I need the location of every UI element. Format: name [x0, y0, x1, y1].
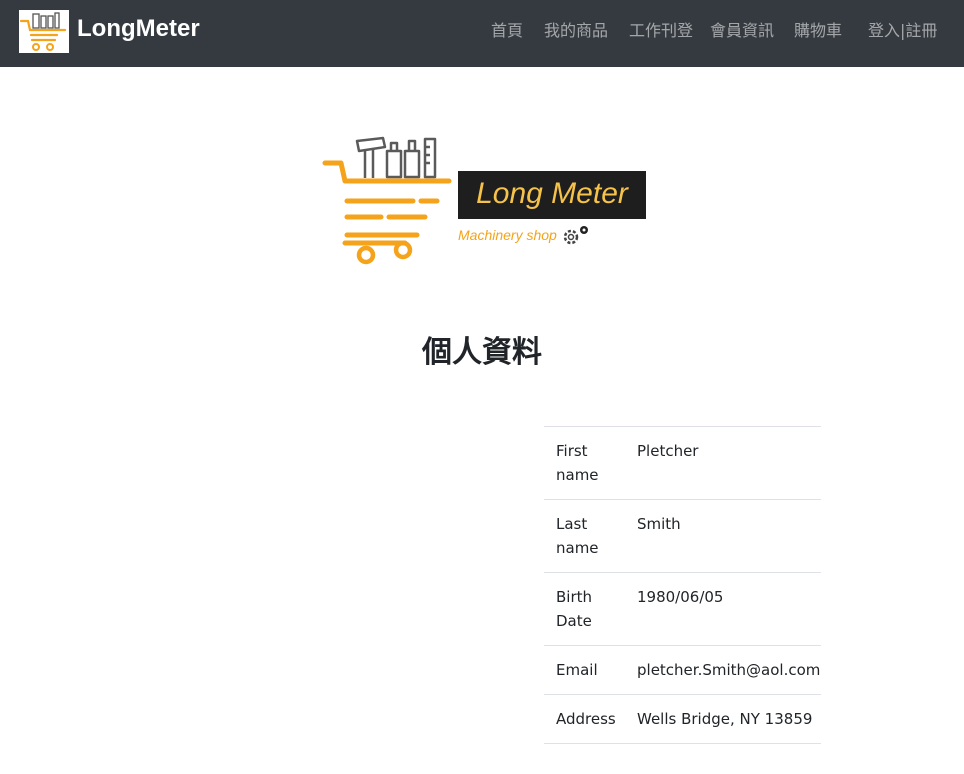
page-title: 個人資料 — [422, 335, 542, 370]
logo-title: Long Meter — [476, 177, 629, 210]
brand-logo-icon[interactable] — [19, 10, 69, 53]
email-label: Email — [544, 645, 625, 695]
address-value: Wells Bridge, NY 13859 — [625, 694, 821, 744]
nav-login-register[interactable]: 登入|註冊 — [868, 20, 937, 42]
last-name-value: Smith — [625, 499, 821, 573]
table-row: Email pletcher.Smith@aol.com — [544, 645, 821, 695]
tools-icon — [355, 136, 437, 179]
brand-name[interactable]: LongMeter — [77, 14, 200, 44]
birth-date-value: 1980/06/05 — [625, 572, 821, 646]
navbar: LongMeter 首頁 我的商品 工作刊登 會員資訊 購物車 登入|註冊 — [0, 0, 964, 67]
logo-subtitle: Machinery shop — [458, 227, 557, 243]
table-row: Birth Date 1980/06/05 — [544, 572, 821, 646]
nav-member-info[interactable]: 會員資訊 — [710, 20, 774, 42]
table-row: First name Pletcher — [544, 426, 821, 500]
nav-my-products[interactable]: 我的商品 — [544, 20, 608, 42]
gear-icon — [563, 226, 588, 245]
email-value: pletcher.Smith@aol.com — [625, 645, 821, 695]
first-name-value: Pletcher — [625, 426, 821, 500]
table-row: Address Wells Bridge, NY 13859 — [544, 694, 821, 744]
nav-home[interactable]: 首頁 — [491, 20, 523, 42]
address-label: Address — [544, 694, 625, 744]
first-name-label: First name — [544, 426, 625, 500]
last-name-label: Last name — [544, 499, 625, 573]
long-meter-logo: Long Meter Machinery shop — [321, 133, 651, 268]
profile-table: First name Pletcher Last name Smith Birt… — [544, 426, 821, 744]
nav-cart[interactable]: 購物車 — [794, 20, 842, 42]
birth-date-label: Birth Date — [544, 572, 625, 646]
table-row: Last name Smith — [544, 499, 821, 573]
nav-job-posting[interactable]: 工作刊登 — [629, 20, 693, 42]
